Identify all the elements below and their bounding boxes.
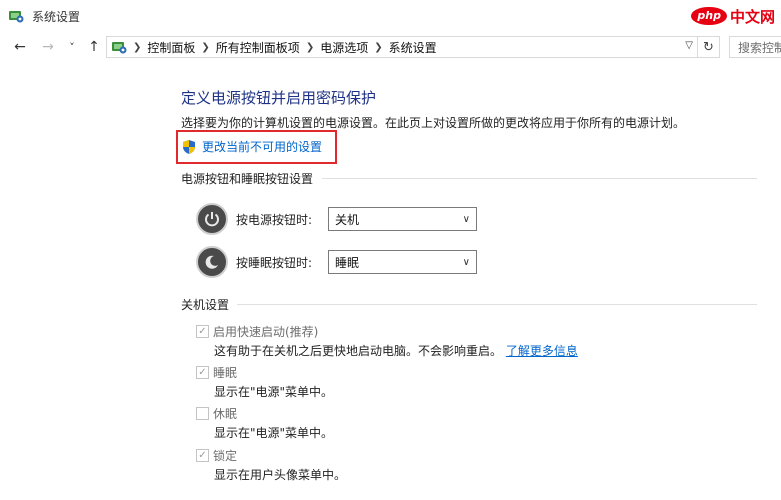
recent-locations-button[interactable]: ˅: [62, 37, 82, 57]
window-title: 系统设置: [32, 10, 81, 24]
chevron-down-icon: ∨: [462, 213, 470, 225]
breadcrumb-power-options[interactable]: 电源选项: [320, 39, 368, 56]
power-section-title: 电源按钮和睡眠按钮设置: [181, 172, 314, 186]
address-dropdown-icon[interactable]: ▽: [685, 40, 693, 51]
power-icon: [196, 203, 228, 235]
page-title: 定义电源按钮并启用密码保护: [181, 89, 377, 107]
sleep-option-label: 睡眠: [213, 366, 238, 380]
back-arrow-icon: ←: [14, 39, 26, 55]
sleep-button-value: 睡眠: [335, 255, 360, 270]
change-unavailable-settings-link[interactable]: 更改当前不可用的设置: [181, 138, 322, 155]
hibernate-option: 休眠 显示在"电源"菜单中。: [196, 405, 333, 441]
control-panel-icon: [112, 42, 127, 54]
fast-startup-label: 启用快速启动(推荐): [213, 325, 319, 339]
watermark-text: 中文网: [729, 7, 775, 26]
refresh-button[interactable]: ↻: [698, 36, 720, 58]
power-button-value: 关机: [335, 212, 360, 227]
section-divider: [237, 304, 757, 305]
breadcrumb-separator-icon[interactable]: ❯: [306, 42, 314, 53]
power-button-row: 按电源按钮时: 关机 ∨: [196, 203, 477, 235]
refresh-icon: ↻: [703, 39, 714, 55]
breadcrumb-control-panel[interactable]: 控制面板: [147, 39, 195, 56]
back-button[interactable]: ←: [10, 37, 30, 57]
fast-startup-desc: 这有助于在关机之后更快地启动电脑。不会影响重启。: [214, 344, 503, 358]
shutdown-section-title: 关机设置: [181, 298, 230, 312]
chevron-down-icon: ˅: [69, 40, 75, 54]
chevron-down-icon: ∨: [462, 256, 470, 268]
power-button-select[interactable]: 关机 ∨: [328, 207, 477, 231]
main-content: 定义电源按钮并启用密码保护 选择要为你的计算机设置的电源设置。在此页上对设置所做…: [0, 62, 781, 500]
fast-startup-option: ✓ 启用快速启动(推荐) 这有助于在关机之后更快地启动电脑。不会影响重启。 了解…: [196, 323, 578, 359]
watermark-logo: php: [691, 7, 727, 25]
up-button[interactable]: ↑: [84, 37, 104, 57]
breadcrumb-system-settings[interactable]: 系统设置: [389, 39, 437, 56]
power-button-label: 按电源按钮时:: [236, 212, 313, 227]
lock-option: ✓ 锁定 显示在用户头像菜单中。: [196, 447, 346, 483]
learn-more-link[interactable]: 了解更多信息: [506, 344, 578, 358]
hibernate-option-label: 休眠: [213, 407, 238, 421]
forward-arrow-icon: →: [42, 39, 54, 55]
title-bar: 系统设置 php 中文网: [0, 0, 781, 32]
sleep-option: ✓ 睡眠 显示在"电源"菜单中。: [196, 364, 333, 400]
breadcrumb-separator-icon[interactable]: ❯: [374, 42, 382, 53]
lock-checkbox[interactable]: ✓: [196, 449, 209, 462]
control-panel-icon: [9, 11, 24, 23]
navigation-bar: ← → ˅ ↑ ❯ 控制面板 ❯ 所有控制面板项 ❯ 电源选项 ❯ 系统设置 ▽…: [0, 32, 781, 62]
lock-option-desc: 显示在用户头像菜单中。: [214, 468, 347, 482]
section-divider: [322, 178, 757, 179]
lock-option-label: 锁定: [213, 449, 238, 463]
forward-button[interactable]: →: [38, 37, 58, 57]
change-link-label[interactable]: 更改当前不可用的设置: [202, 138, 322, 155]
search-input[interactable]: 搜索控制: [729, 36, 781, 58]
sleep-option-desc: 显示在"电源"菜单中。: [214, 385, 334, 399]
watermark: php 中文网: [691, 4, 775, 28]
sleep-checkbox[interactable]: ✓: [196, 366, 209, 379]
sleep-button-select[interactable]: 睡眠 ∨: [328, 250, 477, 274]
sleep-button-label: 按睡眠按钮时:: [236, 255, 313, 270]
breadcrumb-separator-icon[interactable]: ❯: [201, 42, 209, 53]
hibernate-checkbox[interactable]: [196, 407, 209, 420]
hibernate-option-desc: 显示在"电源"菜单中。: [214, 426, 334, 440]
fast-startup-checkbox[interactable]: ✓: [196, 325, 209, 338]
breadcrumb-all-items[interactable]: 所有控制面板项: [216, 39, 300, 56]
sleep-button-row: 按睡眠按钮时: 睡眠 ∨: [196, 246, 477, 278]
breadcrumb-separator-icon: ❯: [133, 41, 142, 53]
up-arrow-icon: ↑: [88, 39, 100, 55]
address-bar[interactable]: ❯ 控制面板 ❯ 所有控制面板项 ❯ 电源选项 ❯ 系统设置 ▽: [106, 36, 698, 58]
page-description: 选择要为你的计算机设置的电源设置。在此页上对设置所做的更改将应用于你所有的电源计…: [181, 116, 686, 130]
sleep-icon: [196, 246, 228, 278]
shield-icon: [183, 139, 195, 154]
